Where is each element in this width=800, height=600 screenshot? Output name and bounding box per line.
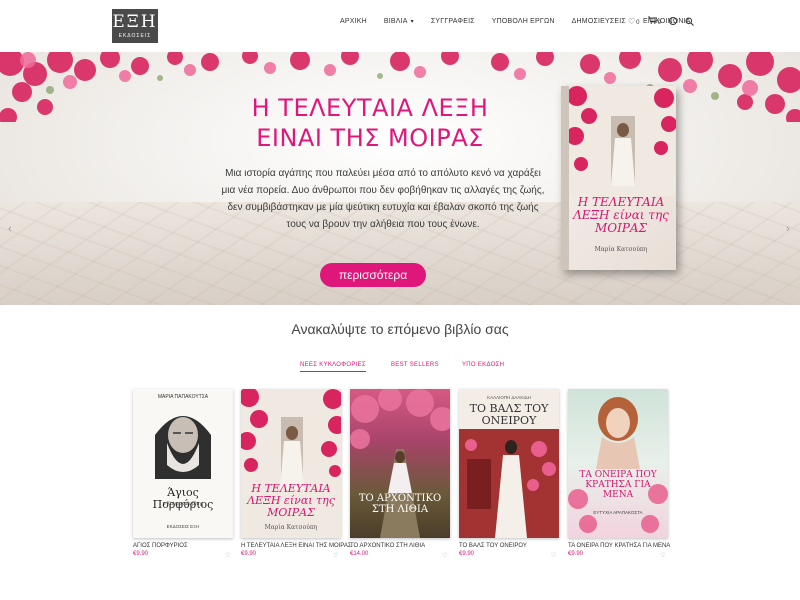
hero-book-title: Η ΤΕΛΕΥΤΑΙΑ ΛΕΞΗ είναι της ΜΟΙΡΑΣ: [573, 195, 669, 235]
hero-description: Μια ιστορία αγάπης που παλεύει μέσα από …: [221, 168, 545, 230]
cover-title: Η ΤΕΛΕΥΤΑΙΑ ΛΕΞΗ είναι της ΜΟΙΡΑΣ: [247, 482, 335, 520]
nav-item-publications[interactable]: ΔΗΜΟΣΙΕΥΣΕΙΣ: [572, 18, 626, 25]
hero-title-line1: Η ΤΕΛΕΥΤΑΙΑ ΛΕΞΗ: [251, 94, 489, 122]
book-spine: [561, 86, 569, 270]
product-cover[interactable]: ΜΑΡΙΑ ΠΑΠΑΚΟΥΤΣΑ Άγιος Πορφύριος ο Καυσο…: [133, 389, 233, 538]
site-logo[interactable]: ΕΞΗ ΕΚΔΟΣΕΙΣ: [112, 9, 158, 43]
nav-item-submissions[interactable]: ΥΠΟΒΟΛΗ ΕΡΓΩΝ: [492, 18, 555, 25]
hero-title-line2: ΕΙΝΑΙ ΤΗΣ ΜΟΙΡΑΣ: [256, 124, 484, 152]
cart-icon: [647, 16, 657, 24]
cover-art: [350, 389, 450, 538]
cover-title: Άγιος Πορφύριος: [152, 486, 214, 512]
cover-author: Μαρία Κατσούπη: [264, 524, 318, 531]
product-cover[interactable]: ΚΑΛΛΙΟΠΗ ΔΑΛΚΙΔΗ ΤΟ ΒΑΛΣ ΤΟΥ ΟΝΕΙΡΟΥ: [459, 389, 559, 538]
product-cover[interactable]: ΤΑ ΟΝΕΙΡΑ ΠΟΥ ΚΡΑΤΗΣΑ ΓΙΑ ΜΕΝΑ ΕΥΤΥΧΙΑ Α…: [568, 389, 668, 538]
cover-title: ΤΟ ΒΑΛΣ ΤΟΥ ΟΝΕΙΡΟΥ: [469, 402, 549, 428]
header-icons: ♡0 0: [628, 16, 694, 26]
nav-item-home[interactable]: ΑΡΧΙΚΗ: [340, 18, 367, 25]
hero-title: Η ΤΕΛΕΥΤΑΙΑ ΛΕΞΗ ΕΙΝΑΙ ΤΗΣ ΜΟΙΡΑΣ: [200, 93, 540, 153]
wishlist-button[interactable]: ♡0: [628, 17, 640, 26]
chevron-left-icon[interactable]: ‹: [8, 223, 12, 235]
logo-sub: ΕΚΔΟΣΕΙΣ: [118, 33, 152, 39]
product-name[interactable]: ΤΟ ΑΡΧΟΝΤΙΚΟ ΣΤΗ ΛΙΘΙΑ: [350, 543, 462, 549]
heart-icon[interactable]: ♡: [551, 552, 556, 559]
hero-book-cover[interactable]: Η ΤΕΛΕΥΤΑΙΑ ΛΕΞΗ είναι της ΜΟΙΡΑΣ Μαρία …: [561, 86, 676, 270]
heart-icon[interactable]: ♡: [660, 552, 665, 559]
cover-author: ΕΥΤΥΧΙΑ ΑΡΑΠΑΚΟΣΤΑ: [593, 510, 643, 515]
heart-icon[interactable]: ♡: [442, 552, 447, 559]
product-tabs: ΝΕΕΣ ΚΥΚΛΟΦΟΡΙΕΣ BEST SELLERS ΥΠΟ ΕΚΔΟΣΗ: [290, 362, 590, 376]
cart-button[interactable]: 0: [647, 16, 661, 26]
heart-icon[interactable]: ♡: [225, 552, 230, 559]
product-price: €9.90: [241, 551, 257, 557]
book-cover-art: [569, 86, 676, 196]
tab-best-sellers[interactable]: BEST SELLERS: [391, 362, 439, 368]
cover-title: ΤΑ ΟΝΕΙΡΑ ΠΟΥ ΚΡΑΤΗΣΑ ΓΙΑ ΜΕΝΑ: [579, 470, 657, 500]
product-name[interactable]: Η ΤΕΛΕΥΤΑΙΑ ΛΕΞΗ ΕΙΝΑΙ ΤΗΣ ΜΟΙΡΑΣ: [241, 543, 353, 549]
chevron-down-icon: ▾: [410, 19, 414, 25]
heart-icon[interactable]: ♡: [333, 552, 338, 559]
cover-subtitle: ο Καυσοκαλυβίτης: [162, 501, 204, 507]
tab-upcoming[interactable]: ΥΠΟ ΕΚΔΟΣΗ: [462, 362, 504, 368]
wishlist-count: 0: [636, 19, 640, 26]
cover-publisher: ΕΚΔΟΣΕΙΣ ΕΞΗ: [166, 524, 200, 529]
product-name[interactable]: ΤΟ ΒΑΛΣ ΤΟΥ ΟΝΕΙΡΟΥ: [459, 543, 571, 549]
cover-author: ΜΑΡΙΑ ΠΑΠΑΚΟΥΤΣΑ: [157, 394, 209, 400]
nav-item-books[interactable]: ΒΙΒΛΙΑ ▾: [384, 18, 414, 25]
product-cover[interactable]: Η ΤΕΛΕΥΤΑΙΑ ΛΕΞΗ είναι της ΜΟΙΡΑΣ Μαρία …: [241, 389, 341, 538]
product-name[interactable]: ΤΑ ΟΝΕΙΡΑ ΠΟΥ ΚΡΑΤΗΣΑ ΓΙΑ ΜΕΝΑ: [568, 543, 680, 549]
cover-author: ΚΑΛΛΙΟΠΗ ΔΑΛΚΙΔΗ: [487, 395, 531, 400]
heart-icon: ♡: [628, 16, 636, 26]
more-button[interactable]: περισσότερα: [320, 263, 426, 287]
section-title: Ανακαλύψτε το επόμενο βιβλίο σας: [291, 321, 509, 337]
tab-new-releases[interactable]: ΝΕΕΣ ΚΥΚΛΟΦΟΡΙΕΣ: [300, 362, 366, 372]
site-header: ΕΞΗ ΕΚΔΟΣΕΙΣ ΑΡΧΙΚΗ ΒΙΒΛΙΑ ▾ ΣΥΓΓΡΑΦΕΙΣ Υ…: [0, 0, 800, 50]
product-cover[interactable]: ΤΟ ΑΡΧΟΝΤΙΚΟ ΣΤΗ ΛΙΘΙΑ: [350, 389, 450, 538]
cover-title: ΤΟ ΑΡΧΟΝΤΙΚΟ ΣΤΗ ΛΙΘΙΑ: [358, 493, 442, 515]
nav-item-authors[interactable]: ΣΥΓΓΡΑΦΕΙΣ: [431, 18, 475, 25]
cart-count: 0: [657, 20, 661, 26]
cover-portrait: [155, 416, 211, 479]
chevron-right-icon[interactable]: ›: [786, 223, 790, 235]
product-price: €9.90: [133, 551, 149, 557]
product-price: €9.90: [459, 551, 475, 557]
product-price: €9.90: [568, 551, 584, 557]
nav-item-books-label: ΒΙΒΛΙΑ: [383, 18, 408, 25]
hero-book-author: Μαρία Κατσούπη: [594, 246, 648, 253]
account-icon[interactable]: [668, 17, 677, 25]
search-icon[interactable]: [685, 17, 694, 26]
logo-main: ΕΞΗ: [112, 12, 158, 32]
product-price: €14.00: [350, 551, 369, 557]
product-name[interactable]: ΑΓΙΟΣ ΠΟΡΦΥΡΙΟΣ: [133, 543, 245, 549]
